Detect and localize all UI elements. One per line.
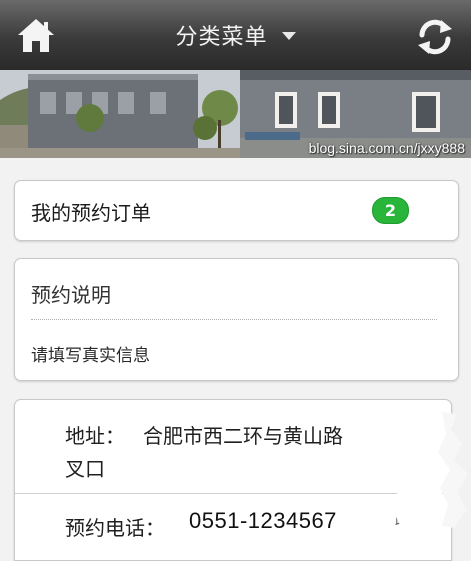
phone-label: 预约电话：	[65, 516, 165, 540]
orders-count-badge: 2	[372, 197, 409, 224]
reservation-notes-card: 预约说明 请填写真实信息	[14, 258, 459, 381]
notes-title: 预约说明	[31, 283, 111, 307]
contact-info-card: 地址： 合肥市西二环与黄山路 叉口 预约电话： 0551-1234567 政	[14, 399, 452, 561]
address-label: 地址：	[65, 424, 125, 448]
my-orders-item[interactable]: 我的预约订单 2	[14, 180, 459, 241]
banner-watermark: blog.sina.com.cn/jxxy888	[308, 140, 465, 156]
notes-text: 请填写真实信息	[31, 346, 150, 366]
refresh-icon	[418, 19, 452, 55]
top-toolbar: 分类菜单	[0, 0, 471, 71]
address-row: 地址： 合肥市西二环与黄山路 叉口	[15, 400, 451, 492]
address-value: 合肥市西二环与黄山路	[143, 424, 343, 448]
home-icon	[18, 19, 54, 52]
refresh-button[interactable]	[414, 17, 456, 57]
chevron-down-icon	[281, 32, 296, 40]
category-menu-button[interactable]: 分类菜单	[175, 19, 296, 51]
phone-row[interactable]: 预约电话： 0551-1234567 政	[15, 493, 451, 560]
home-button[interactable]	[16, 17, 56, 55]
phone-trailing-text: 政	[395, 513, 409, 529]
notes-divider	[31, 319, 437, 320]
phone-number[interactable]: 0551-1234567	[189, 508, 337, 534]
category-menu-title: 分类菜单	[175, 25, 268, 50]
my-orders-label: 我的预约订单	[31, 201, 151, 225]
banner-image: blog.sina.com.cn/jxxy888	[0, 70, 471, 158]
address-value-continued: 叉口	[65, 457, 105, 481]
